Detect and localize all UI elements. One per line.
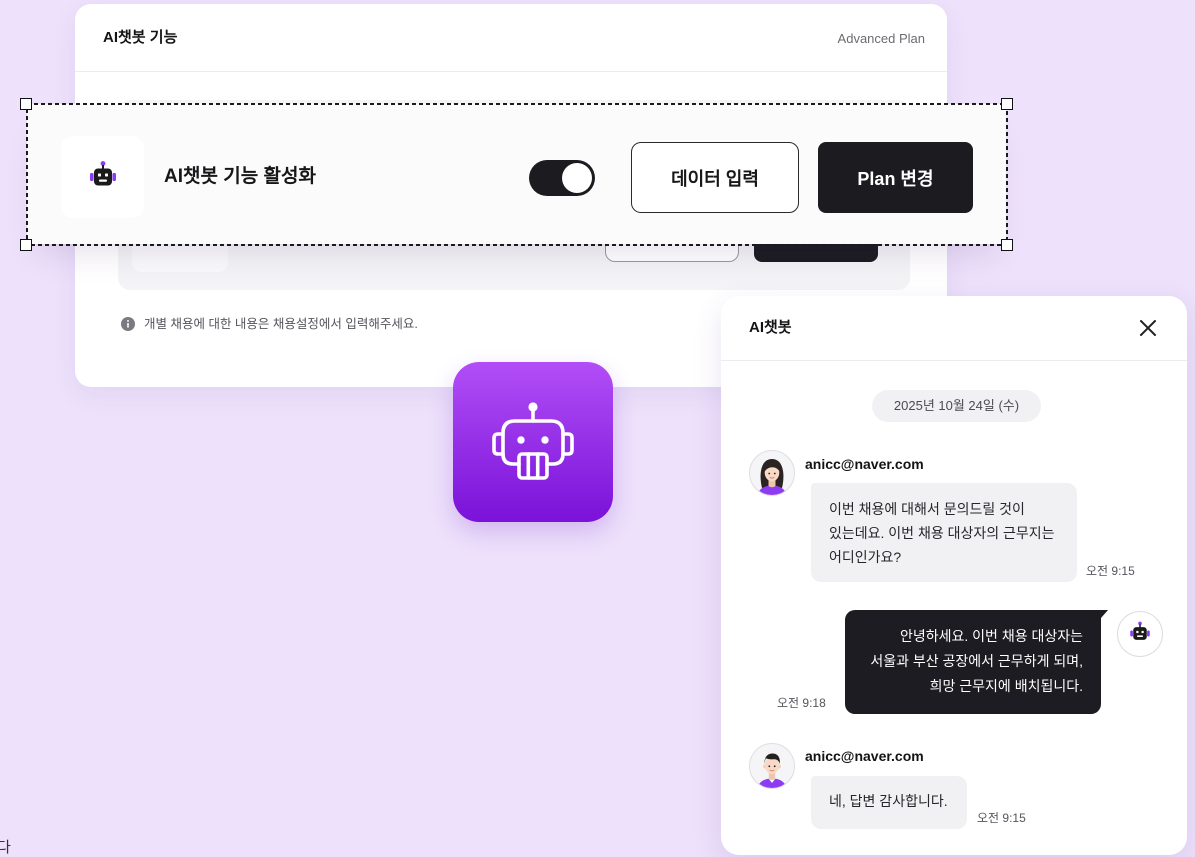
resize-handle-bottom-left[interactable] <box>20 239 32 251</box>
message-time: 오전 9:18 <box>777 696 826 710</box>
user-message-bubble: 이번 채용에 대해서 문의드릴 것이 있는데요. 이번 채용 대상자의 근무지는… <box>811 483 1077 582</box>
woman-avatar <box>749 450 795 496</box>
message-line: 네, 답변 감사합니다. <box>829 793 948 809</box>
info-icon <box>121 317 135 331</box>
robot-outline-icon <box>492 402 574 480</box>
sender-name: anicc@naver.com <box>805 456 924 472</box>
chat-window: AI챗봇 2025년 10월 24일 (수) anicc@naver.com 이… <box>721 296 1187 855</box>
message-line: 이번 채용에 대해서 문의드릴 것이 <box>829 501 1025 517</box>
sender-name: anicc@naver.com <box>805 748 924 764</box>
date-separator: 2025년 10월 24일 (수) <box>872 390 1041 422</box>
header-divider <box>75 71 947 72</box>
resize-handle-top-right[interactable] <box>1001 98 1013 110</box>
message-line: 희망 근무지에 배치됩니다. <box>929 678 1083 694</box>
message-line: 어디인가요? <box>829 549 902 565</box>
bot-avatar <box>1117 611 1163 657</box>
plan-label: Advanced Plan <box>837 31 925 46</box>
info-text: 개별 채용에 대한 내용은 채용설정에서 입력해주세요. <box>144 317 418 331</box>
resize-handle-bottom-right[interactable] <box>1001 239 1013 251</box>
chatbot-app-tile <box>453 362 613 522</box>
message-line: 있는데요. 이번 채용 대상자의 근무지는 <box>829 525 1055 541</box>
clipped-text-fragment: 다 <box>0 839 11 856</box>
selection-outline <box>26 103 1008 246</box>
message-time: 오전 9:15 <box>1086 564 1135 578</box>
close-icon <box>1140 320 1156 336</box>
robot-icon <box>1128 620 1152 649</box>
chat-header-divider <box>721 360 1187 361</box>
resize-handle-top-left[interactable] <box>20 98 32 110</box>
card-title: AI챗봇 기능 <box>103 29 178 46</box>
close-button[interactable] <box>1138 318 1158 338</box>
man-avatar <box>749 743 795 789</box>
bot-message-bubble: 안녕하세요. 이번 채용 대상자는 서울과 부산 공장에서 근무하게 되며, 희… <box>845 610 1101 714</box>
message-line: 안녕하세요. 이번 채용 대상자는 <box>900 628 1083 644</box>
message-line: 서울과 부산 공장에서 근무하게 되며, <box>870 653 1083 669</box>
chat-title: AI챗봇 <box>749 319 792 336</box>
bubble-tail <box>1101 610 1108 618</box>
message-time: 오전 9:15 <box>977 811 1026 825</box>
user-message-bubble: 네, 답변 감사합니다. <box>811 776 967 829</box>
info-note: 개별 채용에 대한 내용은 채용설정에서 입력해주세요. <box>121 316 418 332</box>
